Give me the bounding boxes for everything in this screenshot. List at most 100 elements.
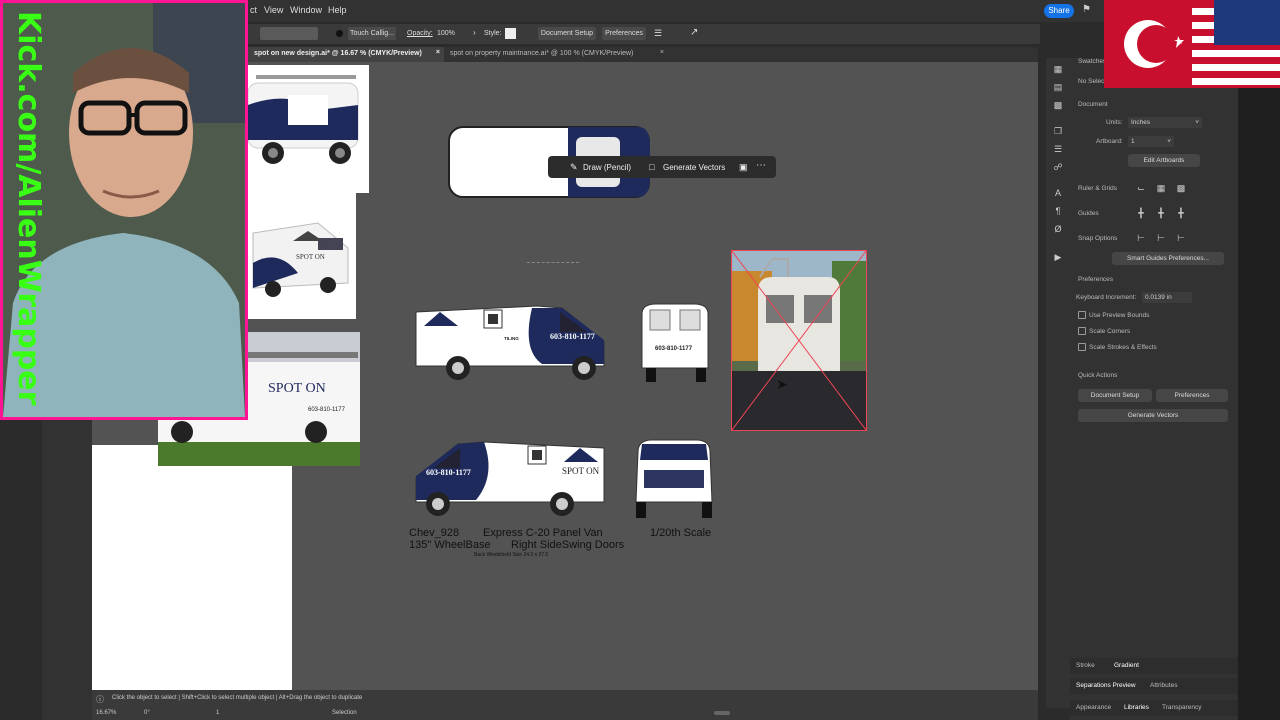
menu-edit[interactable]: ct xyxy=(250,5,257,15)
share-button[interactable]: Share xyxy=(1044,4,1074,18)
reference-photo-rear[interactable] xyxy=(731,250,867,431)
guides-label: Guides xyxy=(1078,210,1099,217)
character-icon[interactable]: A xyxy=(1053,188,1063,198)
channel-overlay-text: Kick.com/AlienWrapper xyxy=(11,11,46,406)
keyboard-increment-input[interactable]: 0.0139 in xyxy=(1142,292,1192,303)
style-label: Style: xyxy=(484,30,502,37)
tab-gradient[interactable]: Gradient xyxy=(1114,662,1139,669)
close-icon[interactable]: × xyxy=(660,49,664,56)
flag-image xyxy=(1104,0,1280,88)
align-icon[interactable]: ▤ xyxy=(1053,82,1063,92)
properties-panel: Swatches No Selecti Document Units: Inch… xyxy=(1070,58,1238,720)
van-left-side[interactable]: 603-810-1177 TILING xyxy=(412,300,608,382)
clear-guides-icon[interactable]: ╋ xyxy=(1176,208,1186,218)
image-icon[interactable]: ▣ xyxy=(739,162,748,173)
brush-dot-icon xyxy=(336,30,343,37)
menu-window[interactable]: Window xyxy=(290,5,322,15)
use-preview-bounds-checkbox[interactable] xyxy=(1078,311,1086,319)
generate-vectors-panel-button[interactable]: Generate Vectors xyxy=(1078,409,1228,422)
tab-attributes[interactable]: Attributes xyxy=(1150,682,1177,689)
glyphs-icon[interactable]: Ø xyxy=(1053,224,1063,234)
artboards-icon[interactable]: ❐ xyxy=(1053,126,1063,136)
caption-van: Express C-20 Panel Van xyxy=(483,527,603,539)
reference-photo-1[interactable] xyxy=(247,65,369,193)
van-brand: SPOT ON xyxy=(562,466,600,476)
tab-transparency[interactable]: Transparency xyxy=(1162,704,1202,711)
opacity-input[interactable]: 100% xyxy=(437,30,455,37)
van-right-phone: 603-810-1177 xyxy=(426,468,471,477)
tab-spot-on-property[interactable]: spot on property maintnance.ai* @ 100 % … xyxy=(444,47,668,62)
ruler-icon[interactable]: ⌙ xyxy=(1136,183,1146,193)
appearance-tabs: Appearance Libraries Transparency xyxy=(1070,700,1238,716)
tab-appearance[interactable]: Appearance xyxy=(1076,704,1111,711)
van-right-side[interactable]: 603-810-1177 SPOT ON xyxy=(412,436,608,518)
artboard-number[interactable]: 1 xyxy=(216,710,219,716)
zoom-select[interactable]: 16.67% xyxy=(96,710,116,716)
scrollbar-horizontal[interactable] xyxy=(714,711,730,715)
document-tabs: spot on new design.ai* @ 16.67 % (CMYK/P… xyxy=(248,47,1038,62)
brush-select[interactable]: Touch Callig... xyxy=(348,27,396,40)
rotation-select[interactable]: 0° xyxy=(144,710,150,716)
document-setup-button[interactable]: Document Setup xyxy=(538,27,596,40)
van-phone: 603-810-1177 xyxy=(550,332,595,341)
tab-separations-preview[interactable]: Separations Preview xyxy=(1076,682,1136,689)
flag-overlay xyxy=(1104,0,1280,88)
caption-scale: 1/20th Scale xyxy=(650,527,712,539)
tab-libraries[interactable]: Libraries xyxy=(1124,704,1149,711)
snap-glyph-icon[interactable]: ⊢ xyxy=(1176,233,1186,243)
preferences-button[interactable]: Preferences xyxy=(602,27,646,40)
artboard-label: Artboard: xyxy=(1096,138,1123,145)
tab-stroke[interactable]: Stroke xyxy=(1076,662,1095,669)
grid-icon[interactable]: ▦ xyxy=(1156,183,1166,193)
caption-doors: Right SideSwing Doors xyxy=(511,539,625,551)
stroke-gradient-tabs: Stroke Gradient xyxy=(1070,658,1238,674)
show-guides-icon[interactable]: ╋ xyxy=(1136,208,1146,218)
links-icon[interactable]: ☍ xyxy=(1053,162,1063,172)
van-front-view[interactable] xyxy=(634,438,714,518)
lock-guides-icon[interactable]: ╋ xyxy=(1156,208,1166,218)
scale-strokes-checkbox[interactable] xyxy=(1078,343,1086,351)
snap-pixel-icon[interactable]: ⊢ xyxy=(1156,233,1166,243)
scale-corners-label: Scale Corners xyxy=(1089,328,1131,335)
external-link-icon[interactable]: ↗ xyxy=(690,27,698,38)
close-icon[interactable]: × xyxy=(436,49,440,56)
webcam-overlay: Kick.com/AlienWrapper xyxy=(0,0,248,420)
generate-icon: □ xyxy=(649,162,655,172)
swatches-tab[interactable]: Swatches xyxy=(1078,58,1106,65)
paragraph-icon[interactable]: ¶ xyxy=(1053,206,1063,216)
preferences-panel-button[interactable]: Preferences xyxy=(1156,389,1228,402)
units-select[interactable]: Inches ˅ xyxy=(1128,117,1202,128)
keyboard-increment-label: Keyboard Increment: xyxy=(1076,294,1137,301)
pixel-grid-icon[interactable]: ▩ xyxy=(1176,183,1186,193)
bell-icon[interactable]: ⚑ xyxy=(1082,4,1094,16)
transform-icon[interactable]: ▩ xyxy=(1053,100,1063,110)
help-icon[interactable]: ⓘ xyxy=(96,694,104,705)
quick-actions-header: Quick Actions xyxy=(1078,372,1118,379)
artboard-left[interactable] xyxy=(92,445,292,690)
artboard-select[interactable]: 1 ˅ xyxy=(1128,136,1174,147)
snap-point-icon[interactable]: ⊢ xyxy=(1136,233,1146,243)
generate-vectors-button[interactable]: Generate Vectors xyxy=(663,163,725,172)
separations-tabs: Separations Preview Attributes xyxy=(1070,678,1238,694)
contextual-task-bar: ✎ Draw (Pencil) □ Generate Vectors ▣ ⋯ xyxy=(548,156,776,178)
actions-icon[interactable]: ▶ xyxy=(1053,252,1063,262)
style-swatch[interactable] xyxy=(505,28,516,39)
draw-pencil-button[interactable]: Draw (Pencil) xyxy=(583,163,631,172)
smart-guides-preferences-button[interactable]: Smart Guides Preferences... xyxy=(1112,252,1224,265)
layers-icon[interactable]: ☰ xyxy=(1053,144,1063,154)
tab-spot-on-new-design[interactable]: spot on new design.ai* @ 16.67 % (CMYK/P… xyxy=(248,47,444,62)
menu-help[interactable]: Help xyxy=(328,5,347,15)
align-icon[interactable]: ☰ xyxy=(654,28,662,39)
control-bar: Touch Callig... Opacity: 100% › Style: D… xyxy=(240,24,1040,44)
scale-corners-checkbox[interactable] xyxy=(1078,327,1086,335)
reference-photo-2[interactable]: SPOT ON xyxy=(248,193,356,319)
properties-icon[interactable]: ▦ xyxy=(1053,64,1063,74)
chevron-right-icon[interactable]: › xyxy=(473,28,476,37)
document-setup-panel-button[interactable]: Document Setup xyxy=(1078,389,1152,402)
more-icon[interactable]: ⋯ xyxy=(756,160,766,171)
edit-artboards-button[interactable]: Edit Artboards xyxy=(1128,154,1200,167)
menu-view[interactable]: View xyxy=(264,5,283,15)
van-back-view[interactable]: 603-810-1177 xyxy=(638,302,712,382)
fill-swatch[interactable] xyxy=(260,27,318,40)
snap-options-label: Snap Options xyxy=(1078,235,1118,242)
